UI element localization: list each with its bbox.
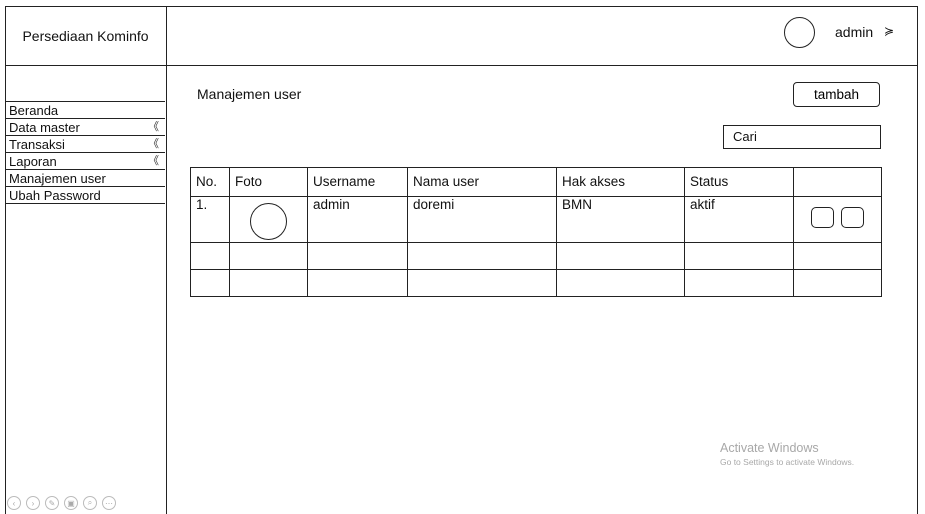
chevron-left-icon: 《 (148, 155, 159, 167)
watermark-title: Activate Windows (720, 441, 819, 455)
cell-foto (229, 196, 308, 243)
slides-icon[interactable]: ▣ (64, 496, 78, 510)
table-header-row: No. Foto Username Nama user Hak akses St… (190, 167, 882, 197)
cell-empty (190, 242, 230, 270)
sidebar-item-label: Data master (9, 120, 80, 135)
table-row (190, 242, 882, 270)
sidebar-item-transaksi[interactable]: Transaksi 《 (5, 135, 165, 152)
cell-empty (684, 269, 794, 297)
brand-title: Persediaan Kominfo (5, 6, 167, 66)
user-photo-icon (250, 203, 287, 240)
zoom-icon[interactable]: ⌕ (83, 496, 97, 510)
cell-empty (407, 242, 557, 270)
cell-empty (229, 269, 308, 297)
delete-button[interactable] (840, 207, 864, 228)
sidebar-item-ubah-password[interactable]: Ubah Password (5, 186, 165, 203)
column-header-username: Username (307, 167, 408, 197)
cell-actions (793, 196, 882, 243)
next-icon[interactable]: › (26, 496, 40, 510)
cell-empty (793, 242, 882, 270)
previous-icon[interactable]: ‹ (7, 496, 21, 510)
column-header-nama-user: Nama user (407, 167, 557, 197)
page-title: Manajemen user (197, 86, 302, 102)
sidebar-item-manajemen-user[interactable]: Manajemen user (5, 169, 165, 186)
cell-empty (684, 242, 794, 270)
edit-button[interactable] (811, 207, 835, 228)
pen-icon[interactable]: ✎ (45, 496, 59, 510)
sidebar-item-laporan[interactable]: Laporan 《 (5, 152, 165, 169)
column-header-foto: Foto (229, 167, 308, 197)
sidebar: Beranda Data master 《 Transaksi 《 Lapora… (5, 66, 167, 514)
sidebar-item-beranda[interactable]: Beranda (5, 101, 165, 118)
watermark-subtitle: Go to Settings to activate Windows. (720, 457, 855, 467)
chevron-left-icon: 《 (148, 138, 159, 150)
table-row: 1. admin doremi BMN aktif (190, 196, 882, 243)
topbar-divider (167, 65, 918, 66)
cell-empty (407, 269, 557, 297)
user-menu-label[interactable]: admin (835, 24, 873, 40)
cell-no: 1. (190, 196, 230, 243)
sidebar-divider (5, 203, 165, 204)
cell-empty (556, 242, 685, 270)
user-avatar-icon[interactable] (784, 17, 815, 48)
presentation-toolbar: ‹ › ✎ ▣ ⌕ ⋯ (7, 496, 116, 510)
cell-status: aktif (684, 196, 794, 243)
sidebar-item-label: Laporan (9, 154, 57, 169)
more-icon[interactable]: ⋯ (102, 496, 116, 510)
cell-hak-akses: BMN (556, 196, 685, 243)
user-table: No. Foto Username Nama user Hak akses St… (190, 167, 882, 297)
sidebar-item-data-master[interactable]: Data master 《 (5, 118, 165, 135)
cell-username: admin (307, 196, 408, 243)
add-user-button[interactable]: tambah (793, 82, 880, 107)
sidebar-item-label: Transaksi (9, 137, 65, 152)
chevron-down-icon[interactable]: ≽ (884, 24, 894, 38)
column-header-no: No. (190, 167, 230, 197)
cell-empty (307, 269, 408, 297)
search-input[interactable]: Cari (723, 125, 881, 149)
sidebar-item-label: Manajemen user (9, 171, 106, 186)
activation-watermark: Activate Windows Go to Settings to activ… (720, 441, 854, 467)
cell-empty (190, 269, 230, 297)
column-header-status: Status (684, 167, 794, 197)
cell-nama-user: doremi (407, 196, 557, 243)
column-header-hak-akses: Hak akses (556, 167, 685, 197)
sidebar-item-label: Ubah Password (9, 188, 101, 203)
column-header-actions (793, 167, 882, 197)
table-row (190, 269, 882, 297)
sidebar-item-label: Beranda (9, 103, 59, 118)
cell-empty (556, 269, 685, 297)
cell-empty (229, 242, 308, 270)
cell-empty (793, 269, 882, 297)
chevron-left-icon: 《 (148, 121, 159, 133)
cell-empty (307, 242, 408, 270)
